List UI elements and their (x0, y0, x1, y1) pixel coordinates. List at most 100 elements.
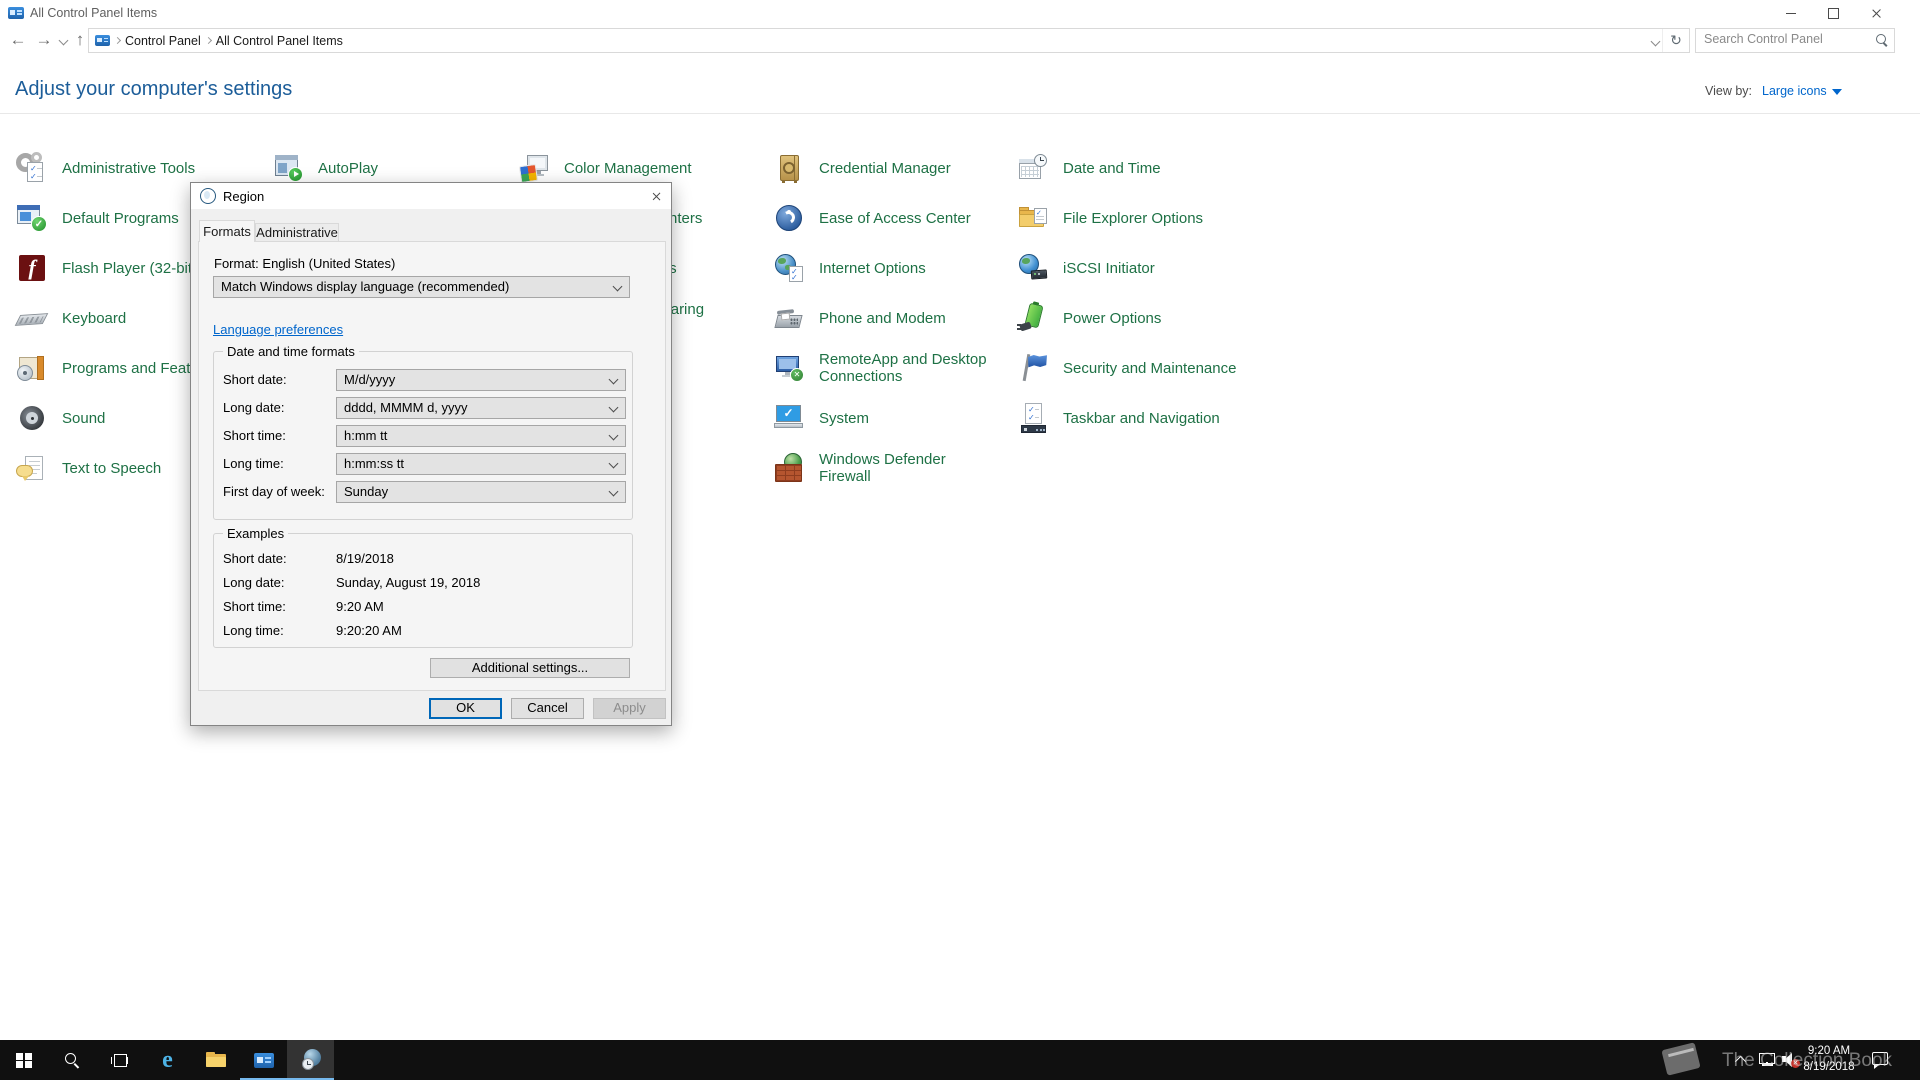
taskbar-clock[interactable]: 9:20 AM 8/19/2018 (1796, 1043, 1862, 1075)
clock-time: 9:20 AM (1796, 1043, 1862, 1059)
cp-item-system[interactable]: ✓ System (773, 402, 1034, 434)
cp-item-ease-of-access-center[interactable]: Ease of Access Center (773, 202, 1034, 234)
date-time-icon (1017, 152, 1049, 184)
cp-item-label: AutoPlay (318, 160, 533, 177)
watermark-book-icon (1660, 1042, 1704, 1076)
cp-item-label: iSCSI Initiator (1063, 260, 1278, 277)
example-long-date-value: Sunday, August 19, 2018 (336, 575, 480, 590)
example-long-date-label: Long date: (223, 575, 284, 590)
navigation-toolbar: ← → ↑ Control Panel All Control Panel It… (0, 26, 1920, 56)
cp-item-credential-manager[interactable]: Credential Manager (773, 152, 1034, 184)
breadcrumb-separator-icon (114, 37, 121, 44)
apply-button[interactable]: Apply (593, 698, 666, 719)
additional-settings-button[interactable]: Additional settings... (430, 658, 630, 678)
action-center-icon[interactable] (1869, 1051, 1891, 1069)
example-long-time-value: 9:20:20 AM (336, 623, 402, 638)
cancel-button[interactable]: Cancel (511, 698, 584, 719)
short-date-label: Short date: (223, 372, 287, 387)
window-title: All Control Panel Items (30, 6, 157, 20)
cp-item-date-and-time[interactable]: Date and Time (1017, 152, 1278, 184)
view-by-value[interactable]: Large icons (1762, 84, 1827, 98)
cp-item-label: Windows Defender Firewall (819, 451, 1034, 485)
cp-item-iscsi-initiator[interactable]: iSCSI Initiator (1017, 252, 1278, 284)
cp-item-label: System (819, 410, 1034, 427)
cp-item-windows-defender-firewall[interactable]: Windows Defender Firewall (773, 452, 1034, 484)
cp-item-taskbar-and-navigation[interactable]: ✓ ✓ Taskbar and Navigation (1017, 402, 1278, 434)
defender-firewall-icon (773, 452, 805, 484)
dialog-close-icon[interactable] (643, 186, 669, 206)
search-icon[interactable] (1876, 34, 1886, 44)
cp-item-file-explorer-options[interactable]: ✓ File Explorer Options (1017, 202, 1278, 234)
maximize-button[interactable] (1811, 0, 1856, 26)
tab-administrative[interactable]: Administrative (255, 223, 339, 242)
short-time-label: Short time: (223, 428, 286, 443)
internet-options-icon: ✓ ✓ (773, 252, 805, 284)
internet-explorer-icon[interactable]: e (144, 1040, 191, 1080)
ease-of-access-icon (773, 202, 805, 234)
format-label: Format: English (United States) (214, 256, 395, 271)
system-icon: ✓ (773, 402, 805, 434)
address-bar[interactable]: Control Panel All Control Panel Items ↻ (88, 28, 1690, 53)
security-maintenance-icon (1017, 352, 1049, 384)
format-combobox[interactable]: Match Windows display language (recommen… (213, 276, 630, 298)
search-box[interactable] (1695, 28, 1895, 53)
forward-button[interactable]: → (32, 26, 56, 54)
cp-item-power-options[interactable]: Power Options (1017, 302, 1278, 334)
language-preferences-link[interactable]: Language preferences (213, 322, 343, 337)
control-panel-taskbar-icon[interactable] (240, 1040, 287, 1080)
date-time-formats-group-label: Date and time formats (223, 344, 359, 359)
window-titlebar: All Control Panel Items (0, 0, 1920, 26)
long-date-label: Long date: (223, 400, 284, 415)
start-button[interactable] (0, 1040, 47, 1080)
cp-item-internet-options[interactable]: ✓ ✓ Internet Options (773, 252, 1034, 284)
close-button[interactable] (1854, 0, 1899, 26)
minimize-button[interactable] (1768, 0, 1813, 26)
cp-item-autoplay[interactable]: AutoPlay (272, 152, 533, 184)
long-time-combobox[interactable]: h:mm:ss tt (336, 453, 626, 475)
cp-item-phone-and-modem[interactable]: Phone and Modem (773, 302, 1034, 334)
example-short-time-value: 9:20 AM (336, 599, 384, 614)
taskbar: e (0, 1040, 1920, 1080)
long-date-combobox[interactable]: dddd, MMMM d, yyyy (336, 397, 626, 419)
sound-icon (16, 402, 48, 434)
taskbar-search-icon[interactable] (48, 1040, 95, 1080)
address-dropdown-icon[interactable] (1651, 37, 1661, 47)
recent-pages-dropdown-icon[interactable] (56, 26, 70, 54)
region-globe-icon (200, 188, 216, 204)
first-day-of-week-combobox[interactable]: Sunday (336, 481, 626, 503)
short-date-combobox[interactable]: M/d/yyyy (336, 369, 626, 391)
default-programs-icon: ✓ (16, 202, 48, 234)
breadcrumb-all-items[interactable]: All Control Panel Items (216, 34, 343, 48)
ok-button[interactable]: OK (429, 698, 502, 719)
hidden-icons-chevron[interactable] (1735, 1054, 1749, 1066)
refresh-icon[interactable]: ↻ (1662, 29, 1689, 52)
network-icon[interactable] (1757, 1051, 1777, 1069)
tab-formats[interactable]: Formats (199, 220, 255, 242)
short-time-combobox[interactable]: h:mm tt (336, 425, 626, 447)
credential-manager-icon (773, 152, 805, 184)
cp-item-remoteapp-and-desktop-connections[interactable]: ✕RemoteApp and Desktop Connections (773, 352, 1034, 384)
iscsi-initiator-icon (1017, 252, 1049, 284)
examples-group-label: Examples (223, 526, 288, 541)
cp-item-label: Security and Maintenance (1063, 360, 1278, 377)
cp-item-administrative-tools[interactable]: ✓ ✓ Administrative Tools (16, 152, 277, 184)
cp-item-label: Taskbar and Navigation (1063, 410, 1278, 427)
up-button[interactable]: ↑ (70, 26, 90, 54)
view-by-label: View by: (1705, 84, 1752, 98)
cp-item-security-and-maintenance[interactable]: Security and Maintenance (1017, 352, 1278, 384)
view-by-dropdown-icon[interactable] (1832, 89, 1842, 95)
file-explorer-icon[interactable] (192, 1040, 239, 1080)
back-button[interactable]: ← (6, 26, 30, 54)
power-options-icon (1017, 302, 1049, 334)
cp-item-label: Credential Manager (819, 160, 1034, 177)
example-short-date-label: Short date: (223, 551, 287, 566)
cp-item-color-management[interactable]: Color Management (518, 152, 779, 184)
cp-item-label: Date and Time (1063, 160, 1278, 177)
cp-item-label: Internet Options (819, 260, 1034, 277)
search-input[interactable] (1702, 31, 1866, 47)
region-taskbar-icon[interactable] (287, 1040, 334, 1080)
region-dialog-titlebar: Region (191, 183, 671, 209)
task-view-icon[interactable] (96, 1040, 143, 1080)
breadcrumb-control-panel[interactable]: Control Panel (125, 34, 201, 48)
admin-tools-icon: ✓ ✓ (16, 152, 48, 184)
